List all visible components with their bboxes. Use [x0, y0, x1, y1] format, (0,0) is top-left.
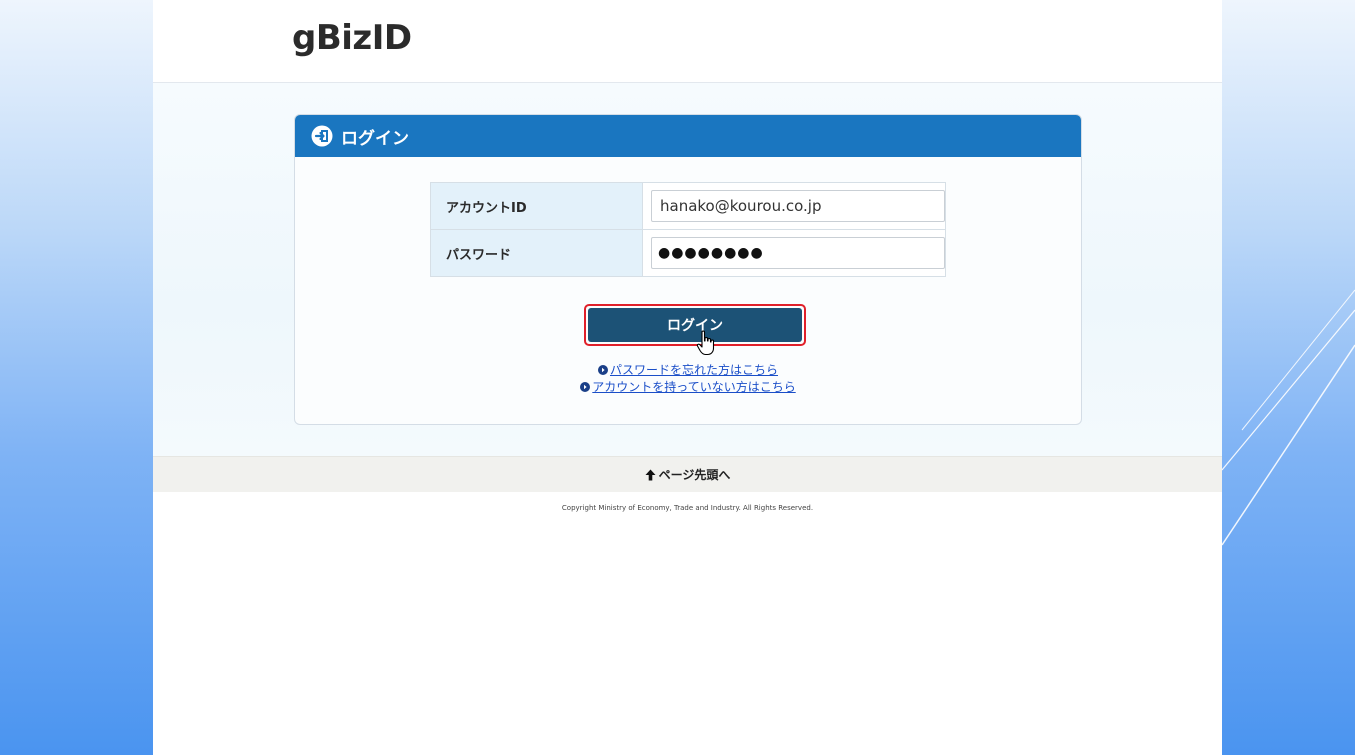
forgot-password-link[interactable]: パスワードを忘れた方はこちら	[610, 361, 778, 378]
password-input[interactable]: ●●●●●●●●	[651, 237, 945, 269]
page-top-link[interactable]: ページ先頭へ	[153, 456, 1222, 492]
site-header: gBizID	[153, 0, 1222, 83]
login-button[interactable]: ログイン	[588, 308, 802, 342]
help-links: パスワードを忘れた方はこちら アカウントを持っていない方はこちら	[295, 361, 1081, 395]
gbizid-logo[interactable]: gBizID	[292, 18, 412, 58]
hand-pointer-icon	[696, 330, 715, 356]
login-circle-icon	[311, 125, 333, 147]
no-account-link-row: アカウントを持っていない方はこちら	[295, 378, 1081, 395]
login-button-highlight: ログイン	[584, 304, 806, 346]
browser-page: gBizID ログイン アカウントID hanako@kourou.co.jp …	[153, 0, 1222, 755]
account-id-input[interactable]	[651, 190, 945, 222]
copyright-text: Copyright Ministry of Economy, Trade and…	[561, 504, 814, 512]
account-id-cell	[642, 182, 946, 230]
main-content: ログイン アカウントID パスワード ●●●●●●●●	[153, 83, 1222, 456]
slide-background: gBizID ログイン アカウントID hanako@kourou.co.jp …	[0, 0, 1355, 755]
decorative-lines	[1222, 289, 1355, 546]
account-id-label: アカウントID	[430, 182, 643, 230]
password-cell: ●●●●●●●●	[642, 229, 946, 277]
password-row: パスワード ●●●●●●●●	[430, 229, 946, 277]
page-top-label: ページ先頭へ	[658, 468, 731, 482]
up-arrow-icon	[645, 469, 656, 480]
login-form-table: アカウントID パスワード ●●●●●●●●	[430, 182, 946, 277]
login-card-title: ログイン	[341, 128, 409, 149]
forgot-password-link-row: パスワードを忘れた方はこちら	[295, 361, 1081, 378]
account-id-row: アカウントID	[430, 182, 946, 230]
login-card-header: ログイン	[295, 115, 1081, 157]
no-account-link[interactable]: アカウントを持っていない方はこちら	[592, 378, 795, 395]
circle-arrow-icon	[597, 364, 608, 375]
login-card: ログイン アカウントID パスワード ●●●●●●●●	[294, 114, 1082, 425]
password-label: パスワード	[430, 229, 643, 277]
circle-arrow-icon	[580, 381, 591, 392]
